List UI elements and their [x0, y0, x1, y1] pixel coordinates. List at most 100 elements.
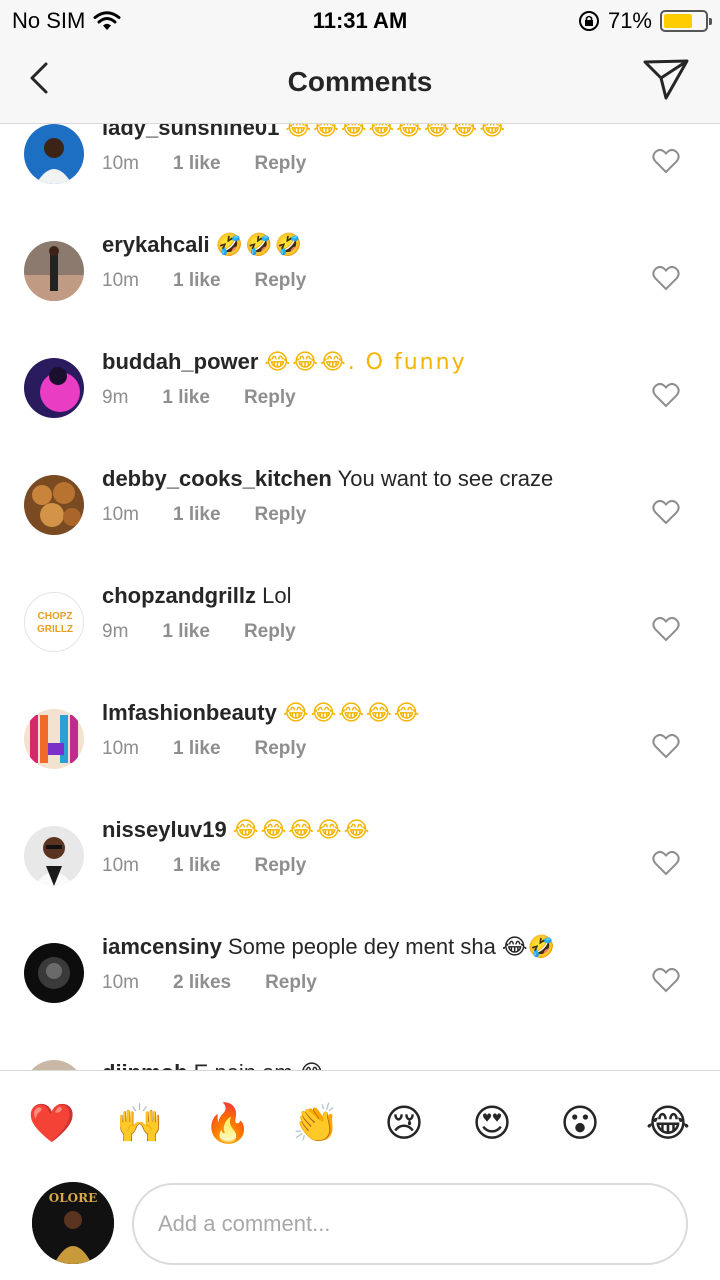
comment-meta: 10m 1 like Reply: [102, 855, 306, 877]
reply-button[interactable]: Reply: [255, 855, 307, 877]
comment-likes[interactable]: 1 like: [173, 153, 221, 175]
comment-meta: 10m 2 likes Reply: [102, 972, 317, 994]
comment-username[interactable]: djinmob: [102, 1060, 188, 1070]
heart-icon[interactable]: [652, 148, 680, 174]
comment-username[interactable]: buddah_power: [102, 349, 258, 374]
comment-text: nisseyluv19 😂😂😂😂😂: [102, 817, 610, 843]
comment-text: debby_cooks_kitchen You want to see craz…: [102, 466, 610, 492]
comment-body: Lol: [262, 583, 292, 608]
comment-likes[interactable]: 1 like: [173, 504, 221, 526]
heart-icon[interactable]: [652, 850, 680, 876]
comment-text: buddah_power 😂😂😂. O funny: [102, 349, 610, 375]
reply-button[interactable]: Reply: [255, 270, 307, 292]
comment-likes[interactable]: 1 like: [173, 738, 221, 760]
battery-fill: [664, 14, 693, 28]
send-icon[interactable]: [642, 56, 690, 102]
comment-body: 😂😂😂😂😂: [232, 818, 372, 843]
comment-meta: 9m 1 like Reply: [102, 621, 296, 643]
comment-username[interactable]: lady_sunshine01: [102, 124, 279, 140]
avatar[interactable]: CHOPZ GRILLZ: [24, 592, 84, 652]
self-avatar[interactable]: OLORE: [32, 1182, 114, 1264]
comment-body: 😂😂😂😂😂😂😂😂: [285, 124, 508, 141]
heart-icon[interactable]: [652, 382, 680, 408]
comment-body: 😂😂😂😂😂: [282, 701, 422, 726]
avatar-image: [24, 943, 84, 1003]
heart-icon[interactable]: [652, 733, 680, 759]
chevron-left-icon[interactable]: [22, 58, 58, 98]
comment-input-bar: OLORE: [0, 1175, 720, 1280]
reply-button[interactable]: Reply: [255, 153, 307, 175]
avatar[interactable]: [24, 709, 84, 769]
comment-username[interactable]: nisseyluv19: [102, 817, 227, 842]
surprised-reaction-icon[interactable]: 😮: [556, 1099, 604, 1147]
heart-icon[interactable]: [652, 499, 680, 525]
comment-text: chopzandgrillz Lol: [102, 583, 610, 609]
heart-reaction-icon[interactable]: ❤️: [28, 1099, 76, 1147]
raised-hands-reaction-icon[interactable]: 🙌: [116, 1099, 164, 1147]
avatar[interactable]: [24, 943, 84, 1003]
comment-meta: 10m 1 like Reply: [102, 153, 306, 175]
comment-list[interactable]: lady_sunshine01 😂😂😂😂😂😂😂😂 10m 1 like Repl…: [0, 124, 720, 1070]
comment-body: 🤣🤣🤣: [215, 233, 304, 258]
clap-reaction-icon[interactable]: 👏: [292, 1099, 340, 1147]
comment-time: 10m: [102, 270, 139, 291]
avatar-image: [24, 241, 84, 301]
crying-reaction-icon[interactable]: 😢: [380, 1099, 428, 1147]
comment-time: 10m: [102, 972, 139, 993]
heart-icon[interactable]: [652, 616, 680, 642]
comment-row: lmfashionbeauty 😂😂😂😂😂 10m 1 like Reply: [0, 679, 720, 796]
comment-input[interactable]: [132, 1183, 688, 1265]
avatar-image: [24, 1060, 84, 1070]
comment-username[interactable]: lmfashionbeauty: [102, 700, 277, 725]
self-logo-text: OLORE: [49, 1191, 97, 1205]
comment-meta: 10m 1 like Reply: [102, 738, 306, 760]
avatar-image: [24, 124, 84, 184]
avatar-image: [24, 358, 84, 418]
battery-cap: [709, 18, 712, 25]
reply-button[interactable]: Reply: [265, 972, 317, 994]
comment-row: CHOPZ GRILLZ chopzandgrillz Lol 9m 1 lik…: [0, 562, 720, 679]
avatar[interactable]: [24, 124, 84, 184]
comment-text: erykahcali 🤣🤣🤣: [102, 232, 610, 258]
comment-row: djinmob E pain am 😂: [0, 1030, 720, 1070]
comment-body: Some people dey ment sha 😂🤣: [227, 934, 556, 959]
heart-icon[interactable]: [652, 265, 680, 291]
avatar[interactable]: [24, 475, 84, 535]
avatar-image: [24, 826, 84, 886]
comment-row: debby_cooks_kitchen You want to see craz…: [0, 445, 720, 562]
laughing-reaction-icon[interactable]: 😂: [644, 1099, 692, 1147]
fire-reaction-icon[interactable]: 🔥: [204, 1099, 252, 1147]
avatar[interactable]: [24, 358, 84, 418]
reply-button[interactable]: Reply: [244, 621, 296, 643]
heart-icon[interactable]: [652, 967, 680, 993]
heart-eyes-reaction-icon[interactable]: 😍: [468, 1099, 516, 1147]
reply-button[interactable]: Reply: [255, 504, 307, 526]
avatar[interactable]: [24, 826, 84, 886]
orientation-lock-icon: [578, 11, 599, 31]
comment-likes[interactable]: 1 like: [173, 855, 221, 877]
comment-username[interactable]: chopzandgrillz: [102, 583, 256, 608]
reply-button[interactable]: Reply: [244, 387, 296, 409]
comment-likes[interactable]: 1 like: [173, 270, 221, 292]
comment-body: 😂😂😂. O funny: [264, 350, 467, 375]
comment-username[interactable]: iamcensiny: [102, 934, 222, 959]
comment-meta: 10m 1 like Reply: [102, 504, 306, 526]
comment-username[interactable]: debby_cooks_kitchen: [102, 466, 332, 491]
chopz-logo-line2: GRILLZ: [37, 624, 73, 635]
reply-button[interactable]: Reply: [255, 738, 307, 760]
comment-row: buddah_power 😂😂😂. O funny 9m 1 like Repl…: [0, 328, 720, 445]
comment-body: E pain am 😂: [194, 1060, 325, 1070]
comment-meta: 10m 1 like Reply: [102, 270, 306, 292]
chopz-logo-line1: CHOPZ: [38, 611, 73, 622]
avatar[interactable]: [24, 241, 84, 301]
avatar[interactable]: [24, 1060, 84, 1070]
comment-likes[interactable]: 2 likes: [173, 972, 231, 994]
reaction-bar: ❤️ 🙌 🔥 👏 😢 😍 😮 😂: [0, 1070, 720, 1175]
comment-likes[interactable]: 1 like: [162, 621, 210, 643]
comment-likes[interactable]: 1 like: [162, 387, 210, 409]
comment-time: 10m: [102, 504, 139, 525]
comment-username[interactable]: erykahcali: [102, 232, 210, 257]
comment-time: 10m: [102, 855, 139, 876]
battery-icon: [660, 10, 712, 32]
status-right: 71%: [578, 8, 712, 34]
